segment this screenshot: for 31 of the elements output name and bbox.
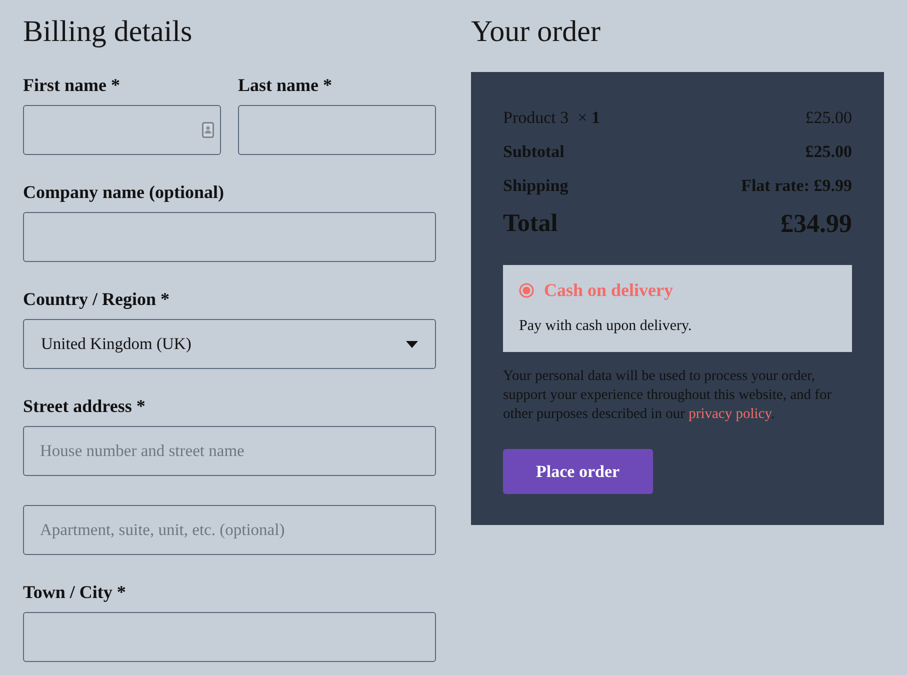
text-field[interactable] — [238, 105, 436, 155]
text-field[interactable]: Apartment, suite, unit, etc. (optional) — [23, 505, 436, 555]
text-field[interactable] — [23, 212, 436, 262]
shipping-amount: Flat rate: £9.99 — [741, 176, 852, 196]
total-amount: £34.99 — [780, 209, 852, 239]
field-label: Town / City * — [23, 582, 126, 602]
place-order-button[interactable]: Place order — [503, 449, 653, 494]
privacy-notice: Your personal data will be used to process your order, support your experience throughout this website, and for other purposes described in our privacy policy. — [503, 367, 833, 424]
product-name: Product 3 — [503, 108, 569, 128]
total-label: Total — [503, 210, 558, 238]
subtotal-amount: £25.00 — [805, 142, 852, 162]
privacy-policy-link[interactable]: privacy policy — [688, 406, 772, 422]
field-label: Street address * — [23, 396, 146, 416]
radio-button[interactable] — [519, 282, 534, 298]
contact-card-icon[interactable] — [202, 122, 214, 138]
subtotal-label: Subtotal — [503, 142, 564, 162]
shipping-label: Shipping — [503, 176, 568, 196]
field-label: Last name * — [238, 75, 332, 95]
field-label: Country / Region * — [23, 289, 170, 309]
country-select[interactable]: United Kingdom (UK) — [23, 319, 436, 369]
section-heading: Your order — [471, 14, 602, 50]
payment-description: Pay with cash upon delivery. — [519, 317, 693, 336]
field-label: Company name (optional) — [23, 182, 224, 202]
field-label: First name * — [23, 75, 120, 95]
line-price: £25.00 — [805, 108, 852, 128]
caret-icon — [406, 340, 418, 348]
text-field[interactable]: House number and street name — [23, 426, 436, 476]
text-field[interactable] — [23, 612, 436, 662]
text-field[interactable] — [23, 105, 221, 155]
section-heading: Billing details — [23, 14, 194, 50]
product-quantity: × 1 — [578, 108, 600, 128]
